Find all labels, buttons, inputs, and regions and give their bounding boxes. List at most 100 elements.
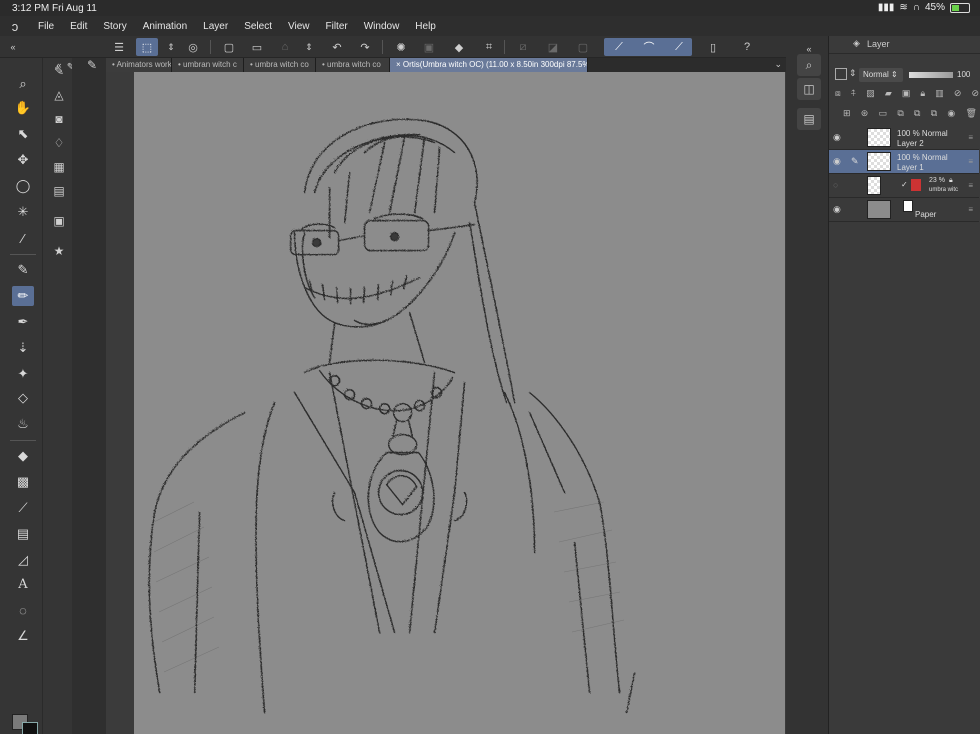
menu-help[interactable]: Help (407, 21, 444, 32)
brush-icon[interactable]: ✒ (12, 312, 34, 332)
new-raster-layer-icon[interactable]: ⊞ (843, 108, 851, 122)
doc-tab-4[interactable]: • umbra witch co (316, 58, 390, 72)
menu-file[interactable]: File (30, 21, 62, 32)
merge-icon[interactable]: ⧉ (931, 108, 937, 122)
help-icon[interactable]: ? (736, 38, 758, 56)
save-chevron-icon[interactable]: ⇕ (298, 38, 320, 56)
layer-row[interactable]: ○ ✓ 23 % 🔒︎ umbra witc ≡ (829, 174, 979, 198)
line-icon[interactable]: ⟋ (12, 498, 34, 518)
stroke-3-icon[interactable]: ⟋ (668, 38, 690, 56)
blend-mode-chevron-icon[interactable]: ⇕ (849, 68, 857, 79)
new-vector-layer-icon[interactable]: ⊛ (861, 108, 869, 122)
save-icon[interactable]: ⌂ (274, 38, 296, 56)
drops-sub-tool-icon[interactable]: ♢ (49, 134, 69, 152)
open-folder-icon[interactable]: ▭ (246, 38, 268, 56)
new-folder-icon[interactable]: ▭ (879, 108, 888, 122)
layer-drag-handle-icon[interactable]: ≡ (968, 157, 973, 166)
gradient-icon[interactable]: ▩ (12, 472, 34, 492)
texture-sub-tool-icon[interactable]: ◙ (49, 110, 69, 128)
doc-tab-3[interactable]: • umbra witch co (244, 58, 316, 72)
layer-property-icon[interactable]: ◫ (797, 78, 821, 100)
combine-icon[interactable]: ⧉ (914, 108, 920, 122)
balloon-icon[interactable]: ◌ (12, 600, 34, 620)
doc-tab-1[interactable]: • Animators work (106, 58, 172, 72)
doc-tab-2[interactable]: • umbran witch c (172, 58, 244, 72)
pencil-icon[interactable]: ✏ (12, 286, 34, 306)
eraser-icon[interactable]: ◇ (12, 388, 34, 408)
eyedropper-icon[interactable]: ⁄ (12, 228, 34, 248)
delete-layer-icon[interactable]: 🗑︎ (966, 108, 977, 122)
canvas-area[interactable] (106, 72, 786, 734)
app-logo-icon[interactable]: ↄ (0, 19, 30, 34)
layer-row-paper[interactable]: ◉ Paper ≡ (829, 198, 979, 222)
layer-option-8-icon[interactable]: ⊘ (971, 88, 979, 102)
pencil-sub-tool-icon[interactable]: ✎ (49, 62, 69, 80)
layer-option-5-icon[interactable]: ▣ (902, 88, 911, 102)
zoom-icon[interactable]: ⌕ (12, 74, 34, 94)
eye-icon[interactable]: ◉ (833, 156, 841, 167)
fill-icon[interactable]: ◆ (448, 38, 470, 56)
transfer-icon[interactable]: ⧉ (897, 108, 903, 122)
ink-sub-tool-icon[interactable]: ◬ (49, 86, 69, 104)
tone-sub-tool-icon[interactable]: ▤ (49, 182, 69, 200)
navigator-icon[interactable]: ⌕ (797, 54, 821, 76)
stroke-2-icon[interactable]: ⌒ (638, 38, 660, 56)
layer-color-toggle[interactable] (835, 68, 847, 80)
frame-icon[interactable]: ▤ (12, 524, 34, 544)
quick-access-icon[interactable]: ⬚ (136, 38, 158, 56)
menu-view[interactable]: View (280, 21, 318, 32)
favorite-sub-tool-icon[interactable]: ★ (49, 242, 69, 260)
lock-icon[interactable]: 🔒︎ (920, 88, 925, 102)
ruler-icon[interactable]: ◿ (12, 550, 34, 570)
layer-row[interactable]: ◉ 100 % Normal Layer 2 ≡ (829, 126, 979, 150)
layer-row-selected[interactable]: ◉ ✎ 100 % Normal Layer 1 ≡ (829, 150, 979, 174)
layer-option-4-icon[interactable]: ▰ (885, 88, 892, 102)
decoration-icon[interactable]: ✦ (12, 364, 34, 384)
undo-icon[interactable]: ↶ (326, 38, 348, 56)
pen-icon[interactable]: ✎ (12, 260, 34, 280)
deselect-icon[interactable]: ⧄ (512, 38, 534, 56)
menu-story[interactable]: Story (95, 21, 134, 32)
device-icon[interactable]: ▯ (702, 38, 724, 56)
layer-option-3-icon[interactable]: ▨ (866, 88, 875, 102)
text-icon[interactable]: A (12, 574, 34, 594)
selection-border-icon[interactable]: ▢ (572, 38, 594, 56)
stroke-1-icon[interactable]: ⟋ (608, 38, 630, 56)
layer-option-2-icon[interactable]: ⍏ (851, 88, 856, 102)
blend-icon[interactable]: ♨ (12, 414, 34, 434)
up-down-chevron-icon[interactable]: ⇕ (160, 38, 182, 56)
redo-icon[interactable]: ↷ (354, 38, 376, 56)
menu-edit[interactable]: Edit (62, 21, 95, 32)
loading-icon[interactable]: ✺ (390, 38, 412, 56)
tab-list-chevron-icon[interactable]: ⌄ (774, 59, 782, 70)
object-select-icon[interactable]: ⬉ (12, 124, 34, 144)
layer-drag-handle-icon[interactable]: ≡ (968, 133, 973, 142)
menu-layer[interactable]: Layer (195, 21, 236, 32)
transform-icon[interactable]: ▣ (418, 38, 440, 56)
layer-option-1-icon[interactable]: ⧈ (835, 88, 841, 102)
sub-view-icon[interactable]: ▤ (797, 108, 821, 130)
eye-icon[interactable]: ◉ (833, 204, 841, 215)
layer-option-6-icon[interactable]: ▥ (935, 88, 944, 102)
layer-drag-handle-icon[interactable]: ≡ (968, 205, 973, 214)
new-file-icon[interactable]: ▢ (218, 38, 240, 56)
sub-color-swatch[interactable] (22, 722, 38, 734)
menu-filter[interactable]: Filter (317, 21, 355, 32)
lasso-icon[interactable]: ◯ (12, 176, 34, 196)
airbrush-icon[interactable]: ⇣ (12, 338, 34, 358)
doc-tab-active[interactable]: × Ortis(Umbra witch OC) (11.00 x 8.50in … (390, 58, 588, 72)
drawing-canvas[interactable] (134, 72, 785, 734)
menu-animation[interactable]: Animation (135, 21, 195, 32)
main-menu-icon[interactable]: ☰ (108, 38, 130, 56)
grid-sub-tool-icon[interactable]: ▦ (49, 158, 69, 176)
record-icon[interactable]: ◎ (182, 38, 204, 56)
sub-tool-detail-icon[interactable]: ✎ (82, 56, 102, 74)
opacity-slider[interactable] (909, 72, 953, 78)
menu-window[interactable]: Window (356, 21, 408, 32)
magic-wand-icon[interactable]: ✳ (12, 202, 34, 222)
move-icon[interactable]: ✥ (12, 150, 34, 170)
invert-selection-icon[interactable]: ◪ (542, 38, 564, 56)
blend-mode-select[interactable]: Normal ⇕ (859, 68, 903, 82)
fill-bucket-icon[interactable]: ◆ (12, 446, 34, 466)
menu-select[interactable]: Select (236, 21, 280, 32)
